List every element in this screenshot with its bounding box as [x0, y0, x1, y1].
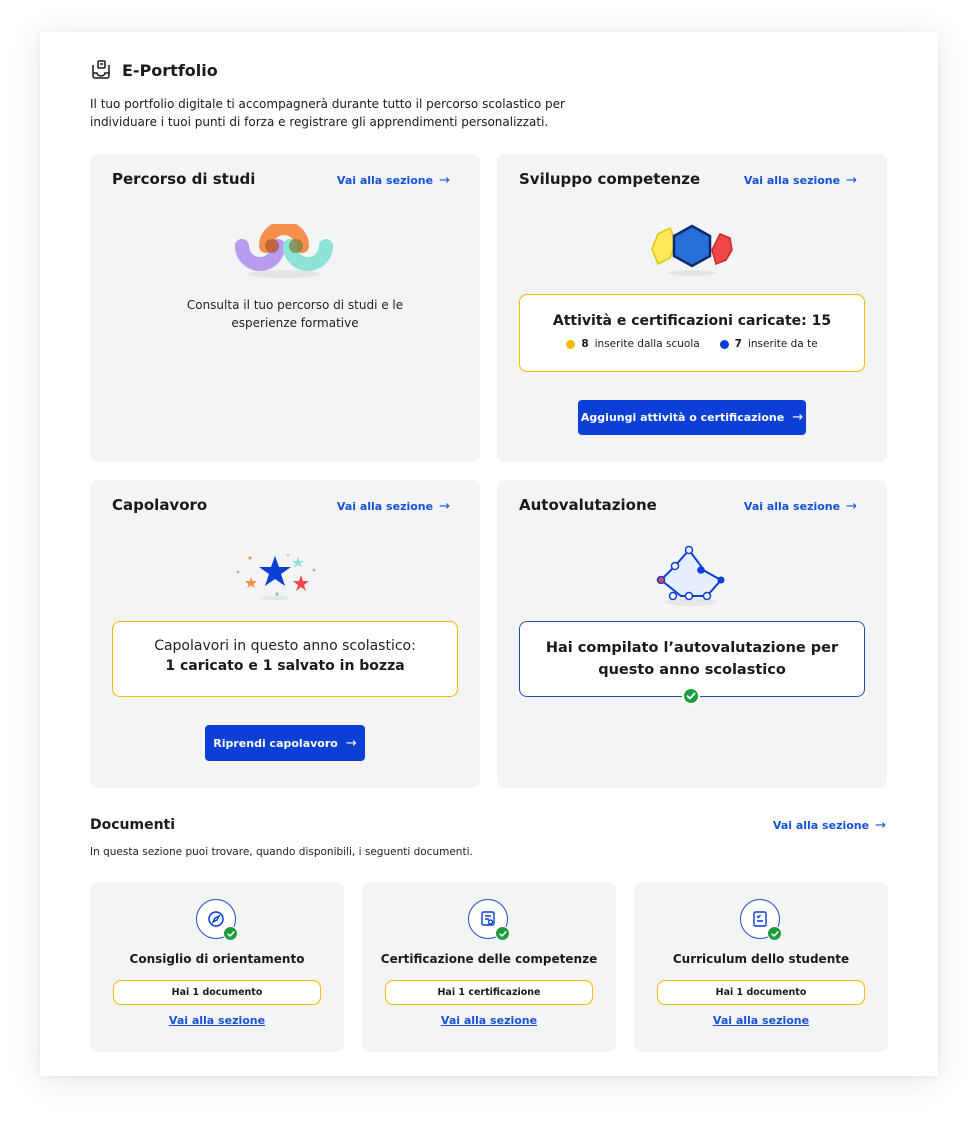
document-card-curriculum: Curriculum dello studente Hai 1 document…	[634, 882, 888, 1052]
document-status: Hai 1 certificazione	[385, 980, 593, 1005]
document-name: Certificazione delle competenze	[380, 952, 598, 966]
arrow-right-icon: →	[792, 410, 804, 425]
capolavori-summary-box: Capolavori in questo anno scolastico: 1 …	[112, 621, 458, 697]
completed-check-icon	[682, 687, 700, 705]
arrow-right-icon: →	[875, 818, 886, 833]
arrow-right-icon: →	[439, 173, 450, 188]
arrow-right-icon: →	[345, 735, 357, 751]
e-portfolio-page: E-Portfolio Il tuo portfolio digitale ti…	[40, 32, 938, 1076]
card-sviluppo-competenze: Sviluppo competenze Vai alla sezione → At…	[497, 154, 887, 462]
card-autovalutazione: Autovalutazione Vai alla sezione → Hai co…	[497, 480, 887, 788]
card-title: Capolavoro	[112, 496, 208, 514]
page-title: E-Portfolio	[122, 60, 218, 80]
arrow-right-icon: →	[846, 173, 857, 188]
school-dot-icon	[566, 339, 576, 349]
document-card-certificazione: Certificazione delle competenze Hai 1 ce…	[362, 882, 616, 1052]
percorso-description: Consulta il tuo percorso di studi e le e…	[186, 298, 404, 330]
resume-capolavoro-button[interactable]: Riprendi capolavoro →	[205, 725, 365, 761]
card-title: Autovalutazione	[519, 496, 657, 514]
page-intro: Il tuo portfolio digitale ti accompagner…	[90, 97, 565, 129]
activities-legend: 8 inserite dalla scuola 7 inserite da te	[520, 338, 864, 350]
card-title: Percorso di studi	[112, 170, 256, 188]
portfolio-icon	[90, 59, 112, 81]
document-status: Hai 1 documento	[657, 980, 865, 1005]
autovalutazione-status: Hai compilato l’autovalutazione per ques…	[545, 640, 839, 678]
documents-section-link[interactable]: Vai alla sezione →	[773, 818, 886, 833]
activities-summary-box: Attività e certificazioni caricate: 15 8…	[519, 294, 865, 372]
check-icon	[223, 926, 238, 941]
documents-title: Documenti	[90, 817, 176, 833]
document-status: Hai 1 documento	[113, 980, 321, 1005]
autovalutazione-section-link[interactable]: Vai alla sezione →	[744, 499, 857, 514]
card-title: Sviluppo competenze	[519, 170, 701, 188]
check-icon	[495, 926, 510, 941]
document-name: Curriculum dello studente	[672, 952, 850, 966]
document-name: Consiglio di orientamento	[129, 952, 305, 966]
page-header: E-Portfolio Il tuo portfolio digitale ti…	[90, 58, 650, 131]
arrow-right-icon: →	[846, 499, 857, 514]
study-path-illustration	[232, 221, 336, 284]
card-percorso-di-studi: Percorso di studi Vai alla sezione → Cons…	[90, 154, 480, 462]
document-link[interactable]: Vai alla sezione	[634, 1014, 888, 1027]
sviluppo-section-link[interactable]: Vai alla sezione →	[744, 173, 857, 188]
document-link[interactable]: Vai alla sezione	[362, 1014, 616, 1027]
stars-illustration	[230, 550, 320, 606]
capolavoro-section-link[interactable]: Vai alla sezione →	[337, 499, 450, 514]
check-icon	[767, 926, 782, 941]
radar-illustration	[651, 544, 731, 612]
add-activity-button[interactable]: Aggiungi attività o certificazione →	[578, 400, 806, 435]
percorso-section-link[interactable]: Vai alla sezione →	[337, 173, 450, 188]
arrow-right-icon: →	[439, 499, 450, 514]
autovalutazione-status-box: Hai compilato l’autovalutazione per ques…	[519, 621, 865, 697]
card-capolavoro: Capolavoro Vai alla sezione → Capolavori …	[90, 480, 480, 788]
hexagons-illustration	[650, 224, 734, 280]
activities-total: Attività e certificazioni caricate: 15	[552, 313, 832, 329]
document-card-orientamento: Consiglio di orientamento Hai 1 document…	[90, 882, 344, 1052]
document-link[interactable]: Vai alla sezione	[90, 1014, 344, 1027]
own-dot-icon	[719, 339, 729, 349]
documents-description: In questa sezione puoi trovare, quando d…	[90, 846, 473, 858]
